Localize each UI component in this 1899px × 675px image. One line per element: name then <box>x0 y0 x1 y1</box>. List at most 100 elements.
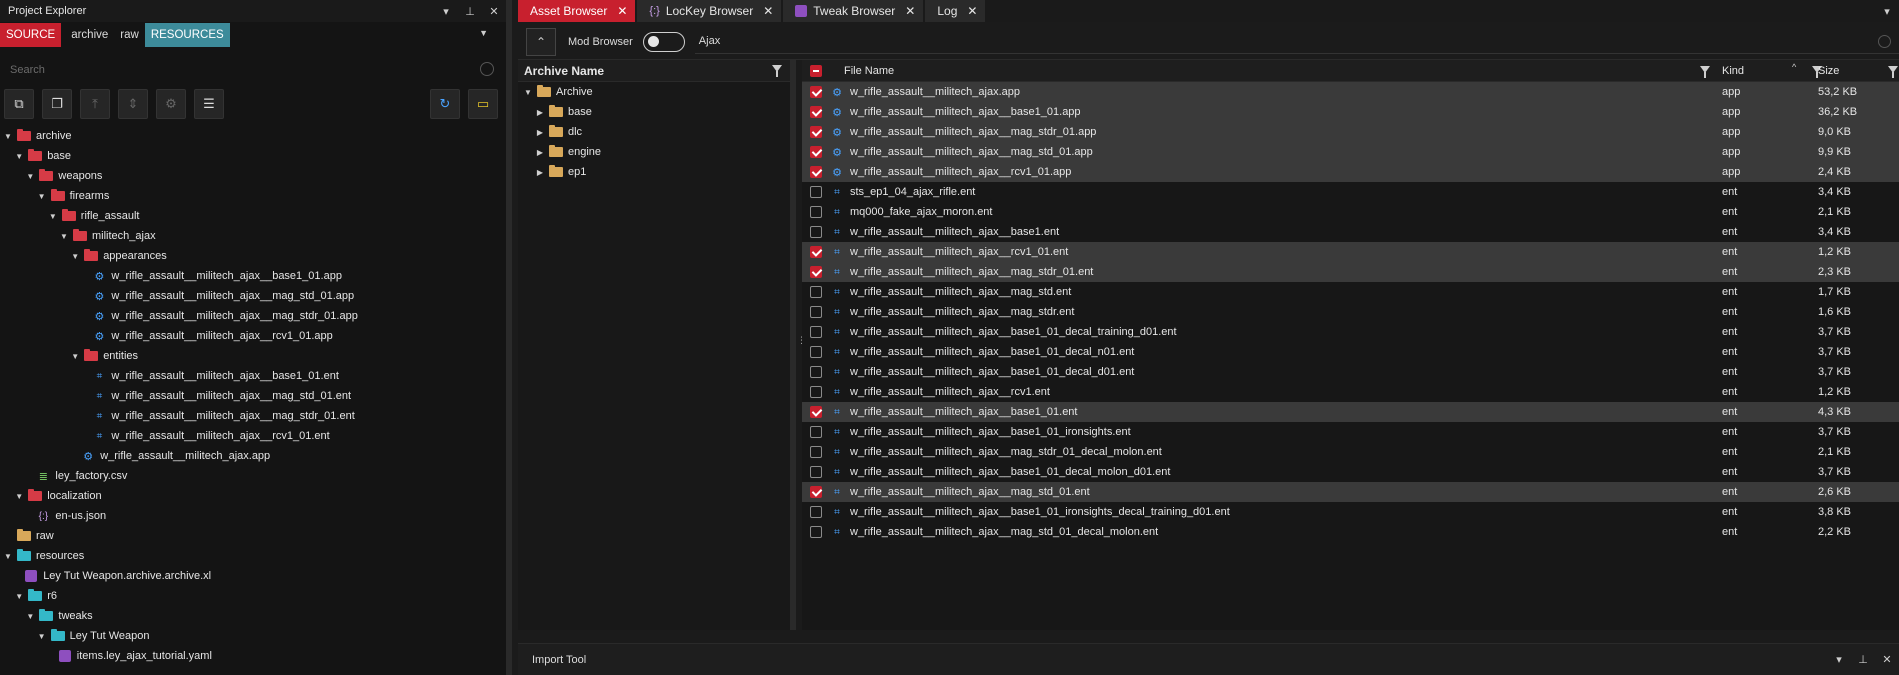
table-row[interactable]: ⌗ mq000_fake_ajax_moron.ent ent 2,1 KB <box>802 202 1899 222</box>
table-row[interactable]: ⌗ w_rifle_assault__militech_ajax__mag_std… <box>802 282 1899 302</box>
table-row[interactable]: ⌗ w_rifle_assault__militech_ajax__rcv1_01… <box>802 242 1899 262</box>
table-row[interactable]: ⌗ w_rifle_assault__militech_ajax__base1_0… <box>802 402 1899 422</box>
caret-right-icon[interactable]: ▶ <box>534 128 546 137</box>
row-checkbox[interactable] <box>810 146 822 158</box>
caret-down-icon[interactable]: ▼ <box>2 552 14 561</box>
navigate-up-button[interactable]: ⌃ <box>526 27 556 56</box>
pin-icon[interactable]: ⊥ <box>1851 653 1875 666</box>
dropdown-icon[interactable]: ▾ <box>434 5 458 18</box>
close-icon[interactable]: ✕ <box>763 4 773 18</box>
row-checkbox[interactable] <box>810 326 822 338</box>
add-copy-button[interactable]: ⧉ <box>4 89 34 119</box>
caret-down-icon[interactable]: ▼ <box>2 132 14 141</box>
tab-resources[interactable]: RESOURCES <box>144 23 230 47</box>
row-checkbox[interactable] <box>810 266 822 278</box>
table-row[interactable]: ⚙ w_rifle_assault__militech_ajax__mag_std… <box>802 122 1899 142</box>
tree-file[interactable]: {:} en-us.json <box>0 506 506 526</box>
column-file-name[interactable]: File Name <box>844 65 894 77</box>
row-checkbox[interactable] <box>810 206 822 218</box>
chevron-down-icon[interactable]: ▼ <box>479 28 488 38</box>
table-row[interactable]: ⌗ w_rifle_assault__militech_ajax__base1.e… <box>802 222 1899 242</box>
caret-down-icon[interactable]: ▼ <box>24 172 36 181</box>
filter-icon[interactable] <box>1888 66 1898 78</box>
row-checkbox[interactable] <box>810 166 822 178</box>
tree-file[interactable]: ⚙ w_rifle_assault__militech_ajax__mag_std… <box>0 306 506 326</box>
tree-folder[interactable]: ▼ localization <box>0 486 506 506</box>
tab-raw[interactable]: raw <box>114 23 145 47</box>
caret-down-icon[interactable]: ▼ <box>13 592 25 601</box>
dropdown-icon[interactable]: ▾ <box>1875 5 1899 18</box>
table-row[interactable]: ⌗ w_rifle_assault__militech_ajax__mag_std… <box>802 302 1899 322</box>
tree-file[interactable]: ⌗ w_rifle_assault__militech_ajax__mag_std… <box>0 406 506 426</box>
tree-file[interactable]: ⚙ w_rifle_assault__militech_ajax__base1_0… <box>0 266 506 286</box>
table-row[interactable]: ⌗ w_rifle_assault__militech_ajax__rcv1.en… <box>802 382 1899 402</box>
caret-down-icon[interactable]: ▼ <box>47 212 59 221</box>
caret-right-icon[interactable]: ▶ <box>534 108 546 117</box>
caret-right-icon[interactable]: ▶ <box>534 168 546 177</box>
copy-button[interactable]: ❐ <box>42 89 72 119</box>
row-checkbox[interactable] <box>810 86 822 98</box>
tab-tweak-browser[interactable]: Tweak Browser ✕ <box>783 0 924 22</box>
tree-folder[interactable]: ▼ firearms <box>0 186 506 206</box>
caret-down-icon[interactable]: ▼ <box>69 252 81 261</box>
row-checkbox[interactable] <box>810 186 822 198</box>
table-row[interactable]: ⌗ w_rifle_assault__militech_ajax__base1_0… <box>802 502 1899 522</box>
row-checkbox[interactable] <box>810 286 822 298</box>
tab-log[interactable]: Log ✕ <box>925 0 986 22</box>
tree-folder[interactable]: ▼ rifle_assault <box>0 206 506 226</box>
tree-folder[interactable]: ▼ weapons <box>0 166 506 186</box>
tree-folder[interactable]: raw <box>0 526 506 546</box>
collapse-top-button[interactable]: ⤒ <box>80 89 110 119</box>
mod-browser-toggle[interactable] <box>642 31 685 52</box>
caret-down-icon[interactable]: ▼ <box>36 632 48 641</box>
file-settings-button[interactable]: ⚙ <box>156 89 186 119</box>
table-row[interactable]: ⌗ w_rifle_assault__militech_ajax__base1_0… <box>802 322 1899 342</box>
caret-down-icon[interactable]: ▼ <box>522 88 534 97</box>
tree-folder[interactable]: ▼ entities <box>0 346 506 366</box>
tree-file[interactable]: ⚙ w_rifle_assault__militech_ajax__rcv1_01… <box>0 326 506 346</box>
table-row[interactable]: ⚙ w_rifle_assault__militech_ajax__base1_0… <box>802 102 1899 122</box>
row-checkbox[interactable] <box>810 246 822 258</box>
tree-folder[interactable]: ▼ appearances <box>0 246 506 266</box>
filter-icon[interactable] <box>1700 66 1710 78</box>
table-row[interactable]: ⌗ w_rifle_assault__militech_ajax__mag_std… <box>802 482 1899 502</box>
column-kind[interactable]: Kind <box>1722 65 1744 77</box>
row-checkbox[interactable] <box>810 486 822 498</box>
table-row[interactable]: ⌗ sts_ep1_04_ajax_rifle.ent ent 3,4 KB <box>802 182 1899 202</box>
tab-archive[interactable]: archive <box>65 23 114 47</box>
tree-file[interactable]: Ley Tut Weapon.archive.archive.xl <box>0 566 506 586</box>
row-checkbox[interactable] <box>810 406 822 418</box>
row-checkbox[interactable] <box>810 126 822 138</box>
table-row[interactable]: ⚙ w_rifle_assault__militech_ajax__rcv1_01… <box>802 162 1899 182</box>
tab-asset-browser[interactable]: Asset Browser ✕ <box>518 0 636 22</box>
table-row[interactable]: ⌗ w_rifle_assault__militech_ajax__base1_0… <box>802 362 1899 382</box>
caret-down-icon[interactable]: ▼ <box>69 352 81 361</box>
close-icon[interactable]: ✕ <box>905 4 915 18</box>
archive-folder[interactable]: ▶ engine <box>518 142 790 162</box>
tree-folder[interactable]: ▼ base <box>0 146 506 166</box>
tab-lockey-browser[interactable]: {:} LocKey Browser ✕ <box>637 0 782 22</box>
archive-folder[interactable]: ▶ ep1 <box>518 162 790 182</box>
archive-folder[interactable]: ▶ base <box>518 102 790 122</box>
close-icon[interactable]: ✕ <box>1875 653 1899 666</box>
filter-icon[interactable] <box>772 65 782 77</box>
tree-file[interactable]: ⌗ w_rifle_assault__militech_ajax__base1_0… <box>0 366 506 386</box>
select-all-checkbox[interactable] <box>810 64 822 77</box>
row-checkbox[interactable] <box>810 226 822 238</box>
caret-down-icon[interactable]: ▼ <box>36 192 48 201</box>
table-row[interactable]: ⚙ w_rifle_assault__militech_ajax__mag_std… <box>802 142 1899 162</box>
tab-source[interactable]: SOURCE <box>0 23 62 47</box>
tree-file[interactable]: ⌗ w_rifle_assault__militech_ajax__rcv1_01… <box>0 426 506 446</box>
tree-file[interactable]: ⚙ w_rifle_assault__militech_ajax__mag_std… <box>0 286 506 306</box>
table-row[interactable]: ⌗ w_rifle_assault__militech_ajax__mag_std… <box>802 262 1899 282</box>
row-checkbox[interactable] <box>810 426 822 438</box>
table-row[interactable]: ⌗ w_rifle_assault__militech_ajax__mag_std… <box>802 442 1899 462</box>
row-checkbox[interactable] <box>810 106 822 118</box>
archive-root[interactable]: ▼ Archive <box>518 82 790 102</box>
close-icon[interactable]: ✕ <box>617 4 627 18</box>
row-checkbox[interactable] <box>810 446 822 458</box>
asset-search-input[interactable]: Ajax <box>694 29 1899 54</box>
tree-folder[interactable]: ▼ militech_ajax <box>0 226 506 246</box>
dropdown-icon[interactable]: ▾ <box>1827 653 1851 666</box>
tree-folder[interactable]: ▼ resources <box>0 546 506 566</box>
